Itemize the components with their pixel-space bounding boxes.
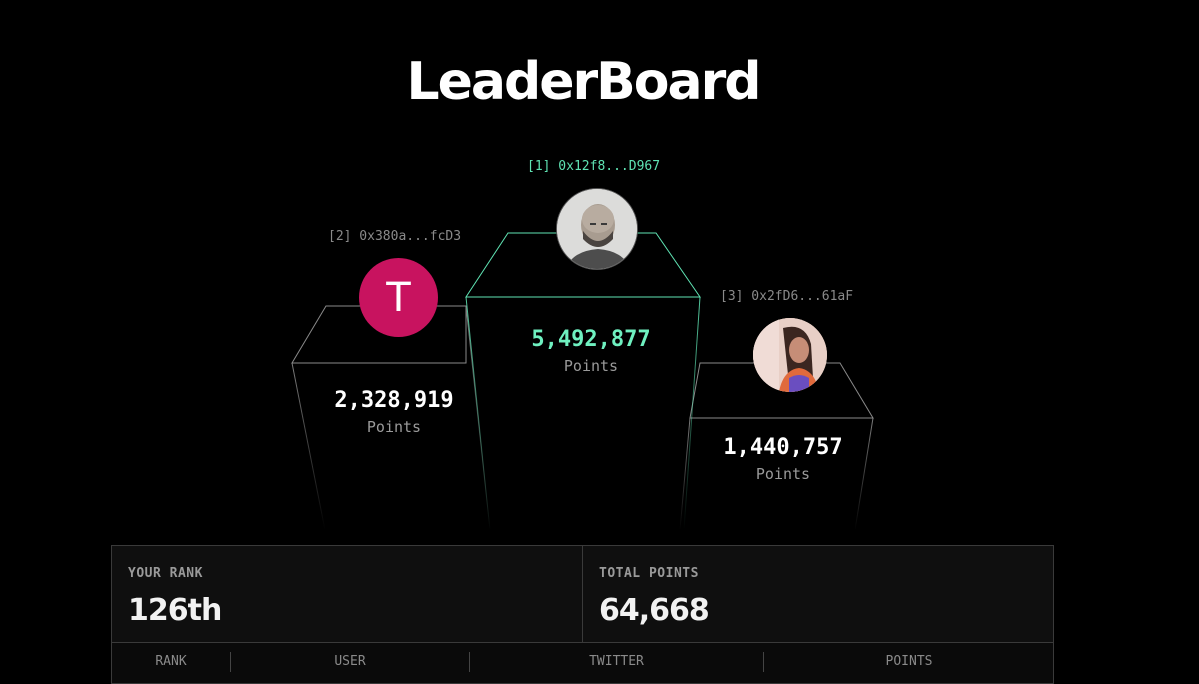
podium-block-first bbox=[465, 232, 701, 531]
podium-first-points-label: Points bbox=[563, 357, 619, 375]
podium-second-points: 2,328,919 bbox=[334, 388, 454, 413]
leaderboard-table-header: RANK USER TWITTER POINTS bbox=[111, 643, 1054, 684]
podium-third-points-label: Points bbox=[755, 465, 811, 483]
stats-panel: YOUR RANK 126th TOTAL POINTS 64,668 bbox=[111, 545, 1054, 643]
total-points-value: 64,668 bbox=[599, 593, 710, 628]
podium-second-address[interactable]: [2] 0x380a...fcD3 bbox=[328, 229, 461, 244]
total-points-label: TOTAL POINTS bbox=[599, 566, 699, 581]
podium-graphic bbox=[291, 232, 874, 531]
column-header-rank[interactable]: RANK bbox=[112, 654, 230, 669]
avatar-third[interactable] bbox=[753, 318, 827, 392]
podium-third-points: 1,440,757 bbox=[723, 435, 843, 460]
your-rank-value: 126th bbox=[128, 593, 222, 628]
avatar-first[interactable] bbox=[556, 188, 638, 270]
avatar-second[interactable]: T bbox=[359, 258, 438, 337]
podium-second-points-label: Points bbox=[366, 418, 422, 436]
column-header-twitter[interactable]: TWITTER bbox=[470, 654, 763, 669]
column-header-points[interactable]: POINTS bbox=[764, 654, 1054, 669]
your-rank-label: YOUR RANK bbox=[128, 566, 203, 581]
woman-portrait-icon bbox=[753, 318, 827, 392]
podium-first-address[interactable]: [1] 0x12f8...D967 bbox=[527, 159, 660, 174]
column-header-user[interactable]: USER bbox=[231, 654, 469, 669]
stats-divider bbox=[582, 546, 583, 643]
podium-first-points: 5,492,877 bbox=[531, 327, 651, 352]
man-portrait-icon bbox=[557, 189, 637, 269]
podium-third-address[interactable]: [3] 0x2fD6...61aF bbox=[720, 289, 853, 304]
